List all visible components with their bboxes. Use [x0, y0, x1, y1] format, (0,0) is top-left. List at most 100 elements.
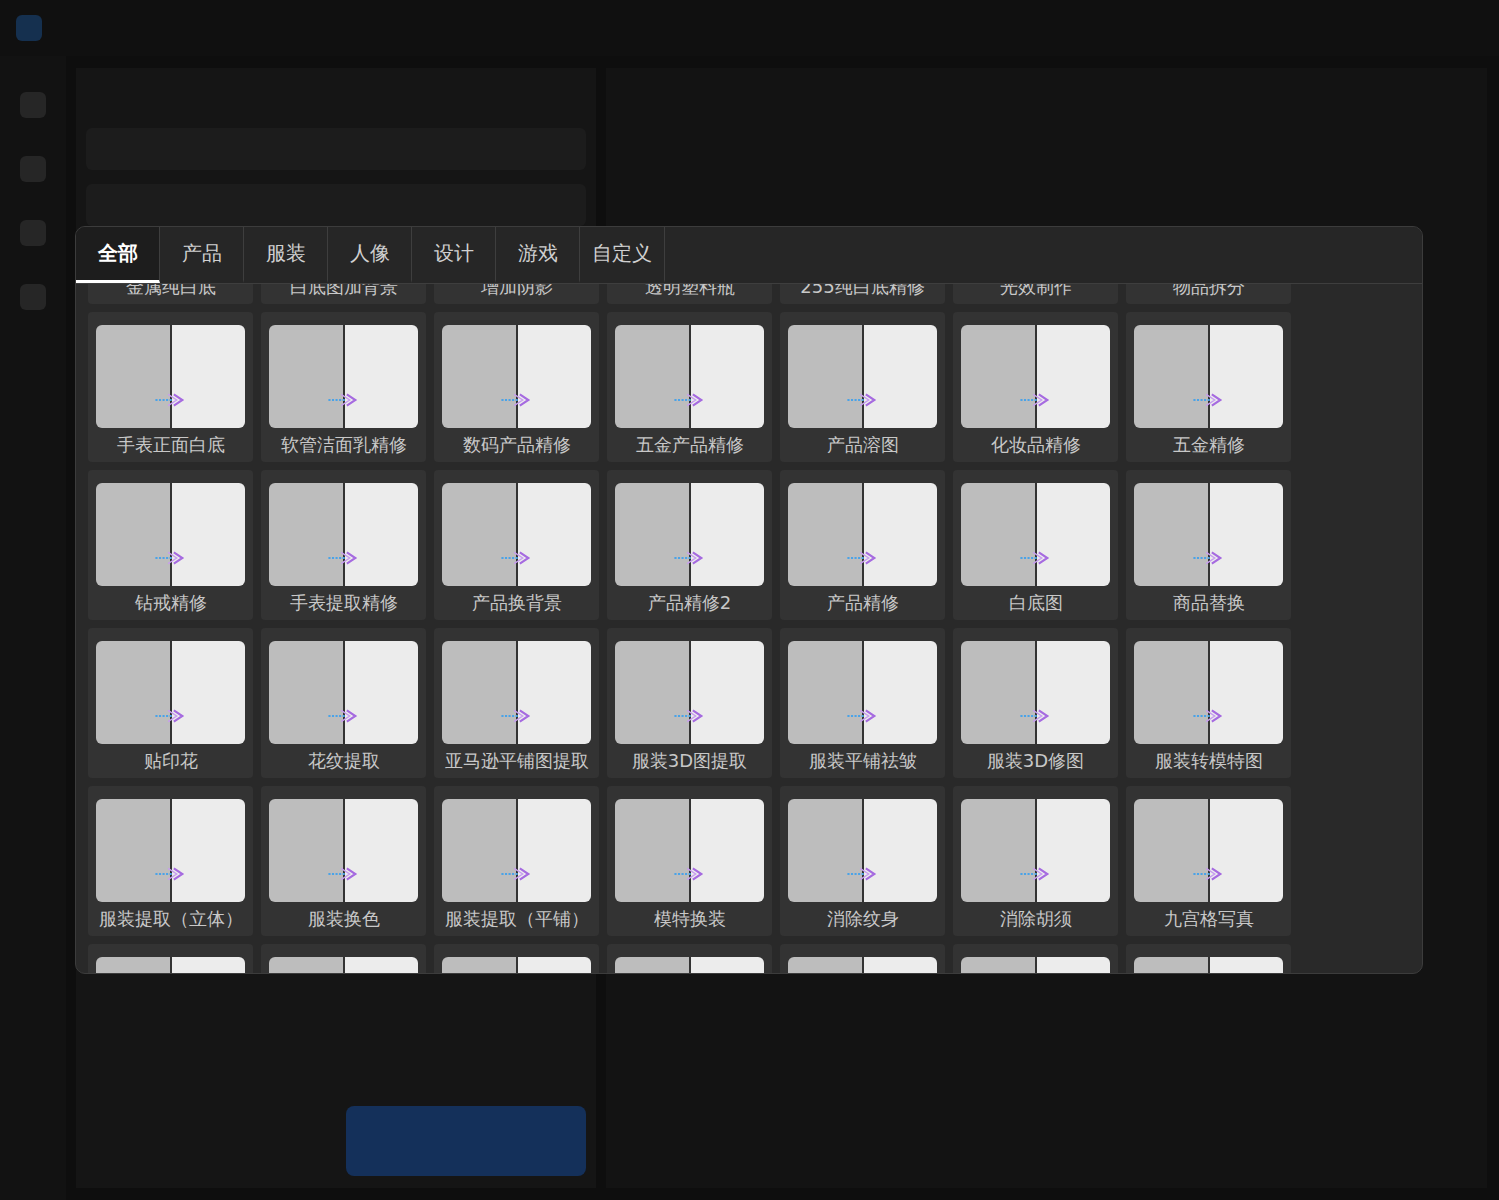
- template-label: 服装3D修图: [987, 744, 1084, 778]
- template-card[interactable]: 光效制作: [953, 284, 1118, 304]
- template-label: 贴印花: [144, 744, 198, 778]
- template-card[interactable]: 服装3D图提取: [607, 628, 772, 778]
- convert-arrow-icon: [327, 391, 361, 409]
- template-label: 光效制作: [1000, 284, 1072, 304]
- convert-arrow-icon: [154, 707, 188, 725]
- template-card[interactable]: [1126, 944, 1291, 973]
- template-preview: [615, 957, 764, 973]
- template-label: 255纯白底精修: [800, 284, 924, 304]
- convert-arrow-icon: [846, 549, 880, 567]
- category-tab[interactable]: 产品: [160, 227, 244, 283]
- template-preview: [269, 483, 418, 586]
- template-card[interactable]: [434, 944, 599, 973]
- convert-arrow-icon: [673, 865, 707, 883]
- template-preview: [96, 799, 245, 902]
- template-card[interactable]: 产品换背景: [434, 470, 599, 620]
- convert-arrow-icon: [1019, 391, 1053, 409]
- tool-icon[interactable]: [20, 220, 46, 246]
- template-label: 模特换装: [654, 902, 726, 936]
- template-card[interactable]: 商品替换: [1126, 470, 1291, 620]
- template-card[interactable]: 白底图加背景: [261, 284, 426, 304]
- category-tab[interactable]: 设计: [412, 227, 496, 283]
- template-card[interactable]: 消除纹身: [780, 786, 945, 936]
- template-card[interactable]: 九宫格写真: [1126, 786, 1291, 936]
- template-card[interactable]: 五金精修: [1126, 312, 1291, 462]
- generate-button[interactable]: [346, 1106, 586, 1176]
- template-label: 产品精修: [827, 586, 899, 620]
- template-card[interactable]: 产品精修2: [607, 470, 772, 620]
- convert-arrow-icon: [500, 391, 534, 409]
- tool-icon[interactable]: [20, 92, 46, 118]
- template-card[interactable]: 亚马逊平铺图提取: [434, 628, 599, 778]
- template-card[interactable]: 消除胡须: [953, 786, 1118, 936]
- template-card[interactable]: 金属纯白底: [88, 284, 253, 304]
- template-label: 九宫格写真: [1164, 902, 1254, 936]
- category-tab[interactable]: 自定义: [580, 227, 665, 283]
- template-card[interactable]: 产品溶图: [780, 312, 945, 462]
- template-card[interactable]: [780, 944, 945, 973]
- template-card[interactable]: 服装换色: [261, 786, 426, 936]
- template-card[interactable]: 钻戒精修: [88, 470, 253, 620]
- template-label: 化妆品精修: [991, 428, 1081, 462]
- template-card[interactable]: 模特换装: [607, 786, 772, 936]
- template-preview: [442, 799, 591, 902]
- template-card[interactable]: 增加阴影: [434, 284, 599, 304]
- template-preview: [615, 641, 764, 744]
- convert-arrow-icon: [1019, 707, 1053, 725]
- template-label: 消除纹身: [827, 902, 899, 936]
- template-card[interactable]: 服装提取（平铺）: [434, 786, 599, 936]
- template-label: 物品拆分: [1173, 284, 1245, 304]
- category-tab[interactable]: 人像: [328, 227, 412, 283]
- template-label: 商品替换: [1173, 586, 1245, 620]
- convert-arrow-icon: [154, 391, 188, 409]
- template-preview: [961, 957, 1110, 973]
- category-tab[interactable]: 服装: [244, 227, 328, 283]
- template-card[interactable]: 化妆品精修: [953, 312, 1118, 462]
- template-card[interactable]: 产品精修: [780, 470, 945, 620]
- convert-arrow-icon: [673, 549, 707, 567]
- template-preview: [442, 483, 591, 586]
- template-card[interactable]: 贴印花: [88, 628, 253, 778]
- template-preview: [269, 641, 418, 744]
- template-label: 产品换背景: [472, 586, 562, 620]
- template-card[interactable]: [88, 944, 253, 973]
- template-card[interactable]: 服装平铺祛皱: [780, 628, 945, 778]
- template-preview: [961, 483, 1110, 586]
- template-preview: [615, 325, 764, 428]
- template-card[interactable]: 物品拆分: [1126, 284, 1291, 304]
- template-card[interactable]: 数码产品精修: [434, 312, 599, 462]
- template-card[interactable]: 手表正面白底: [88, 312, 253, 462]
- sidebar: [0, 56, 66, 1200]
- convert-arrow-icon: [673, 707, 707, 725]
- category-tab[interactable]: 游戏: [496, 227, 580, 283]
- tool-icon[interactable]: [20, 156, 46, 182]
- template-card[interactable]: 花纹提取: [261, 628, 426, 778]
- template-card[interactable]: 服装提取（立体）: [88, 786, 253, 936]
- category-tab[interactable]: 全部: [76, 227, 160, 283]
- template-label: 产品溶图: [827, 428, 899, 462]
- template-card[interactable]: 服装3D修图: [953, 628, 1118, 778]
- convert-arrow-icon: [1192, 549, 1226, 567]
- template-card[interactable]: 五金产品精修: [607, 312, 772, 462]
- template-card[interactable]: 手表提取精修: [261, 470, 426, 620]
- convert-arrow-icon: [1192, 391, 1226, 409]
- template-card[interactable]: 透明塑料瓶: [607, 284, 772, 304]
- template-label: 产品精修2: [648, 586, 731, 620]
- template-label: 金属纯白底: [126, 284, 216, 304]
- template-card[interactable]: [261, 944, 426, 973]
- template-card[interactable]: 255纯白底精修: [780, 284, 945, 304]
- template-card[interactable]: [953, 944, 1118, 973]
- template-label: 增加阴影: [481, 284, 553, 304]
- convert-arrow-icon: [1192, 865, 1226, 883]
- template-card[interactable]: 白底图: [953, 470, 1118, 620]
- template-label: 服装平铺祛皱: [809, 744, 917, 778]
- template-preview: [615, 483, 764, 586]
- template-card[interactable]: [607, 944, 772, 973]
- template-label: 服装换色: [308, 902, 380, 936]
- template-card[interactable]: 服装转模特图: [1126, 628, 1291, 778]
- tool-icon[interactable]: [20, 284, 46, 310]
- template-label: 服装提取（平铺）: [445, 902, 589, 936]
- template-card[interactable]: 软管洁面乳精修: [261, 312, 426, 462]
- template-preview: [269, 957, 418, 973]
- template-label: 数码产品精修: [463, 428, 571, 462]
